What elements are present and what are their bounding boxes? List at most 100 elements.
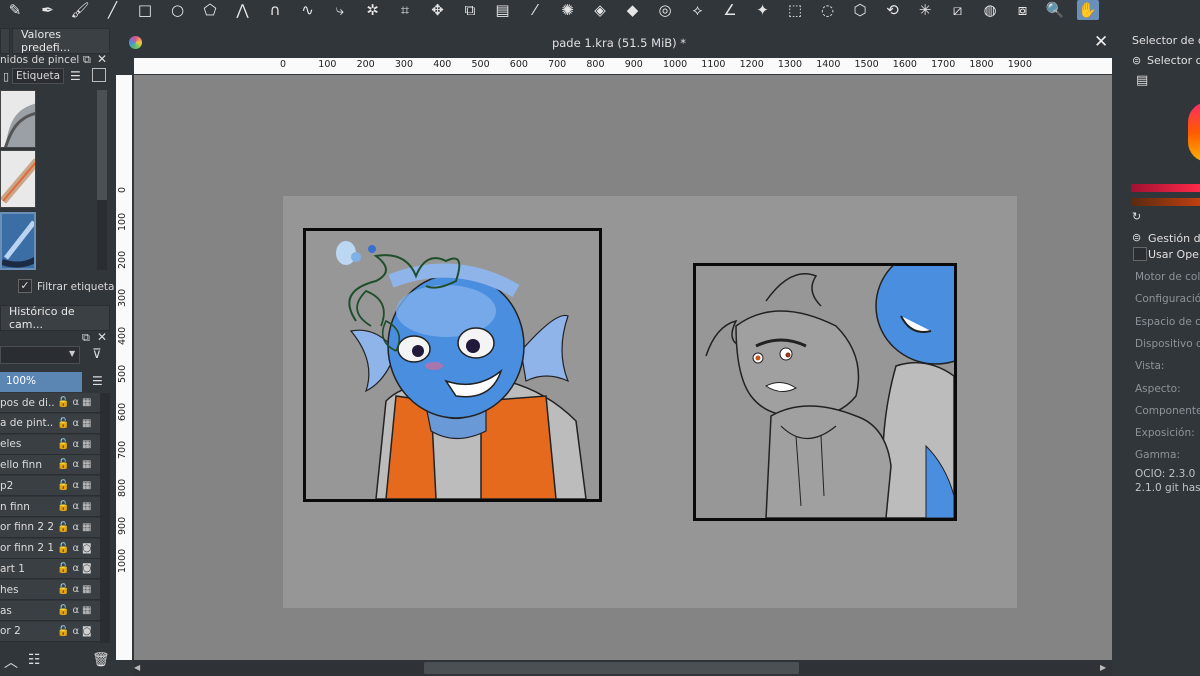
ellipse-icon[interactable]: ○ [167, 0, 189, 20]
freehand-path-icon[interactable]: ∿ [297, 0, 319, 20]
layer-row[interactable]: hes 🔓 α ▦ [0, 580, 100, 601]
layer-row[interactable]: pos de di... 🔓 α ▦ [0, 393, 100, 413]
tab-presets[interactable]: Valores predefi... [12, 28, 110, 54]
layer-row[interactable]: or finn 2 2 🔓 α ▦ [0, 517, 100, 538]
lock-layer-icon[interactable]: 🔓 [57, 397, 69, 408]
inherit-alpha-icon[interactable]: ▦ [82, 522, 91, 533]
layer-row[interactable]: ello finn 🔓 α ▦ [0, 455, 100, 476]
brush-preset-2[interactable] [0, 150, 36, 208]
inherit-alpha-icon[interactable]: ▦ [82, 397, 91, 408]
rectangle-icon[interactable]: □ [134, 0, 156, 20]
layer-row[interactable]: p2 🔓 α ▦ [0, 476, 100, 497]
line-icon[interactable]: ╱ [102, 0, 124, 20]
filter-tag-checkbox[interactable]: ✓ [18, 279, 32, 293]
refresh-icon[interactable]: ↻ [1132, 210, 1141, 223]
rect-select-icon[interactable]: ⬚ [784, 0, 806, 20]
brush-preset-3-selected[interactable] [0, 212, 36, 270]
alpha-lock-icon[interactable]: α [72, 418, 79, 429]
transform-icon[interactable]: ⧉ [459, 0, 481, 20]
calligraphy-icon[interactable]: ✒ [37, 0, 59, 20]
pan-icon[interactable]: ✋ [1076, 0, 1099, 20]
gradient-icon[interactable]: ▤ [492, 0, 514, 20]
layer-row[interactable]: as 🔓 α ▦ [0, 601, 100, 621]
scroll-thumb[interactable] [424, 662, 799, 674]
alpha-lock-icon[interactable]: α [72, 584, 79, 595]
properties-icon[interactable]: ☷ [28, 652, 41, 668]
scroll-right-icon[interactable]: ▶ [1100, 663, 1106, 672]
lock-layer-icon[interactable]: 🔓 [57, 501, 69, 512]
alpha-lock-icon[interactable]: α [72, 543, 79, 554]
assistant-icon[interactable]: ◎ [654, 0, 676, 20]
lock-layer-icon[interactable]: 🔓 [57, 605, 69, 616]
import-icon[interactable] [92, 68, 106, 82]
view-mode-icon[interactable]: ☰ [70, 69, 81, 83]
lock-icon[interactable]: ⊜ [1132, 54, 1141, 67]
layers-float-icon[interactable]: ⧉ [82, 331, 90, 345]
tab-left-edge[interactable] [0, 28, 10, 54]
crop-icon[interactable]: ⌗ [394, 0, 416, 20]
lock-layer-icon[interactable]: 🔓 [57, 563, 69, 574]
inherit-alpha-icon[interactable]: ▦ [82, 439, 91, 450]
inherit-alpha-icon[interactable]: ▦ [82, 418, 91, 429]
inherit-alpha-icon[interactable]: ▦ [82, 459, 91, 470]
ellipse-select-icon[interactable]: ◌ [817, 0, 839, 20]
contiguous-select-icon[interactable]: ✳ [914, 0, 936, 20]
color-picker-icon[interactable]: ⁄ [524, 0, 546, 20]
layer-row[interactable]: n finn 🔓 α ▦ [0, 497, 100, 517]
filter-icon[interactable]: ⊽ [92, 347, 102, 362]
enclose-fill-icon[interactable]: ◆ [622, 0, 644, 20]
color-settings-icon[interactable]: ▤ [1136, 73, 1148, 88]
polygon-icon[interactable]: ⬠ [199, 0, 221, 20]
color-bar-red[interactable] [1131, 184, 1200, 192]
alpha-lock-icon[interactable]: α [72, 522, 79, 533]
inherit-alpha-icon[interactable]: ◙ [82, 563, 92, 574]
pen-icon[interactable]: ✎ [4, 0, 26, 20]
inherit-alpha-icon[interactable]: ◙ [82, 543, 92, 554]
poly-select-icon[interactable]: ⬡ [849, 0, 871, 20]
magnetic-select-icon[interactable]: ⧇ [1012, 0, 1034, 20]
lock-layer-icon[interactable]: 🔓 [57, 543, 69, 554]
lock-layer-icon[interactable]: 🔓 [57, 439, 69, 450]
inherit-alpha-icon[interactable]: ▦ [82, 501, 91, 512]
alpha-lock-icon[interactable]: α [72, 501, 79, 512]
lock-layer-icon[interactable]: 🔓 [57, 584, 69, 595]
fill-icon[interactable]: ◈ [589, 0, 611, 20]
close-icon[interactable]: ✕ [97, 52, 107, 66]
alpha-lock-icon[interactable]: α [72, 397, 79, 408]
float-icon[interactable]: ⧉ [83, 53, 91, 67]
inherit-alpha-icon[interactable]: ▦ [82, 605, 91, 616]
freehand-select-icon[interactable]: ⟲ [882, 0, 904, 20]
multibrush-icon[interactable]: ✲ [362, 0, 384, 20]
layer-row[interactable]: or finn 2 1 🔓 α ◙ [0, 538, 100, 559]
inherit-alpha-icon[interactable]: ▦ [82, 480, 91, 491]
alpha-lock-icon[interactable]: α [72, 439, 79, 450]
color-bar-brown[interactable] [1131, 198, 1200, 206]
move-icon[interactable]: ✥ [427, 0, 449, 20]
lock-layer-icon[interactable]: 🔓 [57, 480, 69, 491]
inherit-alpha-icon[interactable]: ◙ [82, 626, 92, 637]
blend-mode-select[interactable]: ▼ [0, 346, 80, 364]
scroll-left-icon[interactable]: ◀ [134, 663, 140, 672]
bezier-icon[interactable]: ∩ [264, 0, 286, 20]
gestion-lock-icon[interactable]: ⊜ [1132, 231, 1141, 244]
lock-layer-icon[interactable]: 🔓 [57, 459, 69, 470]
dynamic-brush-icon[interactable]: ⤷ [329, 0, 351, 20]
tab-history[interactable]: Histórico de cam... [0, 305, 110, 331]
inherit-alpha-icon[interactable]: ▦ [82, 584, 91, 595]
horizontal-scrollbar[interactable]: ◀ ▶ [134, 660, 1112, 676]
use-ocio-checkbox[interactable] [1133, 247, 1147, 261]
alpha-lock-icon[interactable]: α [72, 626, 79, 637]
zoom-icon[interactable]: 🔍 [1044, 0, 1066, 20]
polyline-icon[interactable]: ⋀ [232, 0, 254, 20]
tag-select[interactable]: Etiqueta [12, 68, 64, 84]
pin-icon[interactable]: ✦ [752, 0, 774, 20]
brush-icon[interactable]: 🖌 [69, 0, 91, 20]
alpha-lock-icon[interactable]: α [72, 459, 79, 470]
alpha-lock-icon[interactable]: α [72, 605, 79, 616]
reference-icon[interactable]: ⟡ [687, 0, 709, 20]
lock-layer-icon[interactable]: 🔓 [57, 522, 69, 533]
layer-row[interactable]: art 1 🔓 α ◙ [0, 559, 100, 580]
brush-preset-1[interactable] [0, 90, 36, 148]
document-tab[interactable]: pade 1.kra (51.5 MiB) * ✕ [116, 30, 1122, 56]
layer-row[interactable]: a de pint... 🔓 α ▦ [0, 413, 100, 434]
